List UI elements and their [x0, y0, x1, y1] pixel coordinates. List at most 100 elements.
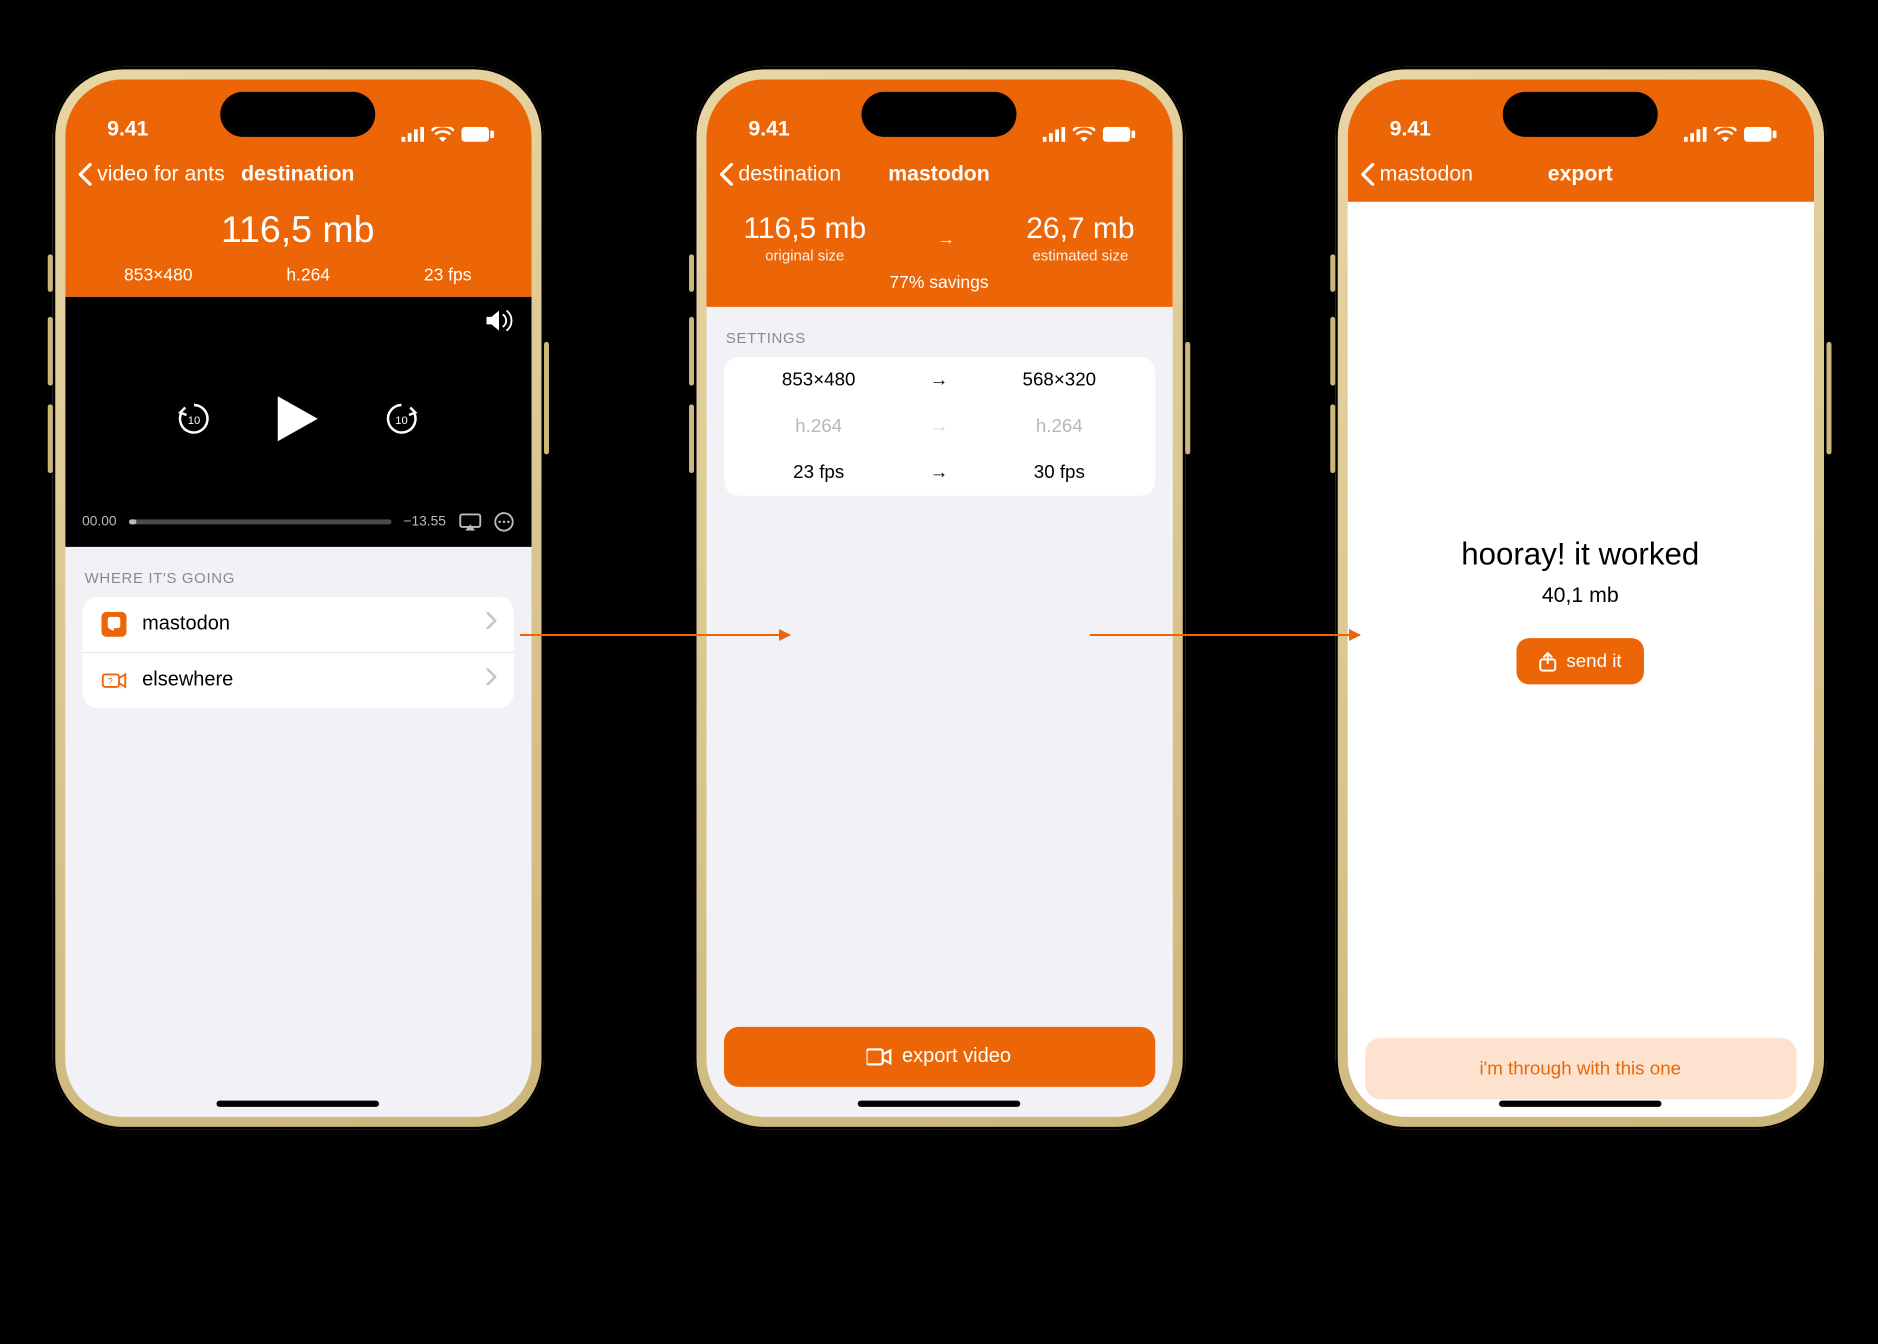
forward-10-button[interactable]: 10	[383, 399, 421, 443]
chevron-left-icon	[718, 163, 733, 186]
setting-to: 568×320	[964, 369, 1155, 390]
estimated-size-label: estimated size	[1026, 246, 1134, 264]
chevron-right-icon	[486, 668, 496, 692]
settings-card[interactable]: 853×480 → 568×320 h.264 → h.264 23 fps →…	[723, 356, 1154, 495]
video-meta: 853×480 h.264 23 fps	[65, 264, 531, 297]
video-camera-icon	[867, 1048, 892, 1066]
airplay-icon[interactable]	[458, 513, 481, 531]
export-video-button[interactable]: export video	[723, 1026, 1154, 1086]
setting-from: h.264	[723, 415, 914, 436]
share-icon	[1539, 651, 1557, 671]
page-title: mastodon	[888, 161, 990, 186]
status-time: 9.41	[748, 116, 789, 141]
home-indicator[interactable]	[858, 1100, 1021, 1106]
back-button[interactable]: destination	[718, 161, 841, 186]
phone-frame: 9.41 video for ants destination 116,5 mb	[52, 66, 543, 1129]
battery-icon	[1743, 126, 1776, 141]
forward-10-icon: 10	[383, 399, 421, 437]
more-icon[interactable]	[493, 511, 513, 531]
result-size: 40,1 mb	[1542, 583, 1619, 608]
meta-resolution: 853×480	[124, 264, 193, 284]
speaker-icon	[486, 309, 514, 332]
mastodon-icon	[100, 610, 128, 638]
nav-bar: video for ants destination	[65, 146, 531, 201]
seek-remaining: −13.55	[403, 514, 445, 529]
original-size: 116,5 mb	[743, 211, 866, 246]
section-header-destinations: WHERE IT'S GOING	[85, 569, 531, 587]
meta-codec: h.264	[286, 264, 330, 284]
status-time: 9.41	[107, 116, 148, 141]
dynamic-island	[1503, 91, 1658, 136]
savings-label: 77% savings	[706, 266, 1172, 306]
arrow-right-icon: →	[937, 228, 955, 248]
dynamic-island	[862, 91, 1017, 136]
play-icon	[275, 393, 320, 443]
list-item-label: elsewhere	[142, 669, 233, 692]
settings-row-fps[interactable]: 23 fps → 30 fps	[723, 449, 1154, 495]
back-button[interactable]: mastodon	[1360, 161, 1473, 186]
export-video-label: export video	[902, 1045, 1011, 1068]
section-header-settings: SETTINGS	[726, 329, 1172, 347]
nav-bar: destination mastodon	[706, 146, 1172, 201]
estimated-size: 26,7 mb	[1026, 211, 1134, 246]
page-title: destination	[241, 161, 354, 186]
send-it-button[interactable]: send it	[1516, 638, 1644, 684]
arrow-right-icon: →	[914, 369, 964, 390]
seek-bar[interactable]	[129, 519, 391, 524]
list-item-mastodon[interactable]: mastodon	[82, 596, 513, 651]
arrow-right-icon: →	[914, 461, 964, 482]
nav-bar: mastodon export	[1347, 146, 1813, 201]
svg-text:10: 10	[188, 414, 201, 426]
wifi-icon	[1072, 126, 1095, 141]
setting-from: 853×480	[723, 369, 914, 390]
size-comparison: 116,5 mb original size → 26,7 mb estimat…	[706, 201, 1172, 266]
dynamic-island	[220, 91, 375, 136]
cellular-icon	[1042, 126, 1065, 141]
back-label: mastodon	[1380, 161, 1473, 186]
list-item-elsewhere[interactable]: ? elsewhere	[82, 651, 513, 707]
home-indicator[interactable]	[1499, 1100, 1662, 1106]
list-item-label: mastodon	[142, 613, 230, 636]
destinations-list: mastodon ? elsewhere	[82, 596, 513, 707]
flow-arrow	[520, 634, 790, 636]
file-size: 116,5 mb	[65, 209, 531, 252]
settings-row-codec[interactable]: h.264 → h.264	[723, 403, 1154, 449]
back-label: video for ants	[97, 161, 225, 186]
send-it-label: send it	[1566, 651, 1621, 672]
back-button[interactable]: video for ants	[77, 161, 225, 186]
video-player[interactable]: 10 10 00.00 −13.55	[65, 296, 531, 546]
cellular-icon	[1683, 126, 1706, 141]
svg-text:?: ?	[107, 676, 112, 686]
meta-fps: 23 fps	[424, 264, 472, 284]
svg-text:10: 10	[395, 414, 408, 426]
status-time: 9.41	[1390, 116, 1431, 141]
phone-frame: 9.41 mastodon export hooray! it	[1335, 66, 1826, 1129]
done-button[interactable]: i'm through with this one	[1365, 1038, 1796, 1099]
result-headline: hooray! it worked	[1461, 537, 1699, 573]
battery-icon	[461, 126, 494, 141]
setting-from: 23 fps	[723, 461, 914, 482]
settings-row-resolution[interactable]: 853×480 → 568×320	[723, 356, 1154, 402]
chevron-left-icon	[77, 163, 92, 186]
rewind-10-button[interactable]: 10	[175, 399, 213, 443]
camera-icon: ?	[100, 666, 128, 694]
home-indicator[interactable]	[217, 1100, 380, 1106]
flow-arrow	[1090, 634, 1360, 636]
chevron-right-icon	[486, 612, 496, 636]
arrow-right-icon: →	[914, 415, 964, 436]
page-title: export	[1548, 161, 1613, 186]
original-size-label: original size	[743, 246, 866, 264]
cellular-icon	[401, 126, 424, 141]
setting-to: 30 fps	[964, 461, 1155, 482]
phone-frame: 9.41 destination mastodon	[693, 66, 1184, 1129]
result-panel: hooray! it worked 40,1 mb send it	[1347, 201, 1813, 1020]
setting-to: h.264	[964, 415, 1155, 436]
done-label: i'm through with this one	[1479, 1058, 1681, 1079]
back-label: destination	[738, 161, 841, 186]
wifi-icon	[431, 126, 454, 141]
play-button[interactable]	[275, 393, 320, 449]
battery-icon	[1102, 126, 1135, 141]
wifi-icon	[1713, 126, 1736, 141]
rewind-10-icon: 10	[175, 399, 213, 437]
volume-button[interactable]	[486, 309, 514, 338]
